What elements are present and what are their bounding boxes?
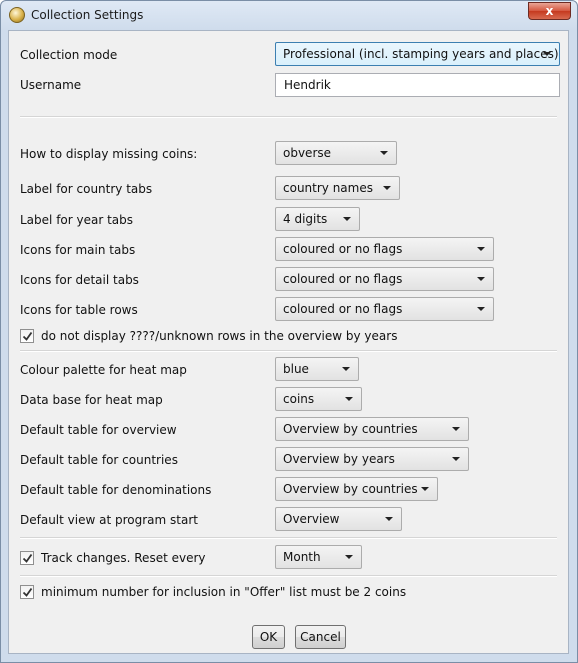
chevron-down-icon [343,217,351,221]
table-countries-value: Overview by years [283,452,395,466]
country-tabs-select[interactable]: country names [275,176,400,200]
separator [20,350,557,352]
chevron-down-icon [452,457,460,461]
icons-rows-label: Icons for table rows [20,303,138,317]
default-view-value: Overview [283,512,340,526]
unknown-rows-label: do not display ????/unknown rows in the … [41,329,398,343]
default-view-label: Default view at program start [20,513,198,527]
icons-main-label: Icons for main tabs [20,243,136,257]
chevron-down-icon [477,277,485,281]
collection-mode-value: Professional (incl. stamping years and p… [283,47,559,61]
missing-coins-label: How to display missing coins: [20,147,198,161]
table-overview-value: Overview by countries [283,422,418,436]
checkmark-icon [22,331,33,341]
icons-rows-value: coloured or no flags [283,302,403,316]
chevron-down-icon [477,307,485,311]
table-overview-select[interactable]: Overview by countries [275,417,469,441]
username-label: Username [20,78,82,92]
coin-app-icon [9,7,25,23]
chevron-down-icon [342,367,350,371]
year-tabs-label: Label for year tabs [20,213,134,227]
palette-value: blue [283,362,309,376]
unknown-rows-checkbox-row[interactable]: do not display ????/unknown rows in the … [20,329,520,345]
icons-rows-select[interactable]: coloured or no flags [275,297,494,321]
separator [20,537,557,539]
chevron-down-icon [452,427,460,431]
icons-detail-value: coloured or no flags [283,272,403,286]
reset-interval-select[interactable]: Month [275,545,362,569]
chevron-down-icon [385,517,393,521]
table-countries-label: Default table for countries [20,453,178,467]
database-value: coins [283,392,315,406]
table-denominations-label: Default table for denominations [20,483,212,497]
chevron-down-icon [543,52,551,56]
close-button[interactable]: x [528,2,571,20]
database-label: Data base for heat map [20,393,163,407]
default-view-select[interactable]: Overview [275,507,402,531]
table-denominations-select[interactable]: Overview by countries [275,477,438,501]
chevron-down-icon [345,555,353,559]
chevron-down-icon [380,151,388,155]
palette-label: Colour palette for heat map [20,363,187,377]
title-bar: Collection Settings x [1,1,577,29]
country-tabs-label: Label for country tabs [20,182,153,196]
separator [20,116,557,118]
dialog-content: Collection mode Professional (incl. stam… [8,30,569,654]
icons-main-value: coloured or no flags [283,242,403,256]
track-changes-checkbox[interactable] [20,551,34,565]
year-tabs-value: 4 digits [283,212,328,226]
table-countries-select[interactable]: Overview by years [275,447,469,471]
username-field[interactable]: Hendrik [275,73,560,97]
country-tabs-value: country names [283,181,373,195]
checkmark-icon [22,587,33,597]
separator [20,575,557,577]
palette-select[interactable]: blue [275,357,359,381]
offer-label: minimum number for inclusion in "Offer" … [41,585,407,599]
offer-checkbox[interactable] [20,585,34,599]
reset-interval-value: Month [283,550,321,564]
collection-settings-window: Collection Settings x Collection mode Pr… [0,0,578,663]
icons-main-select[interactable]: coloured or no flags [275,237,494,261]
database-select[interactable]: coins [275,387,362,411]
window-title: Collection Settings [31,8,144,22]
table-overview-label: Default table for overview [20,423,177,437]
chevron-down-icon [383,186,391,190]
cancel-button[interactable]: Cancel [295,625,346,649]
chevron-down-icon [345,397,353,401]
collection-mode-label: Collection mode [20,48,118,62]
chevron-down-icon [421,487,429,491]
offer-checkbox-row[interactable]: minimum number for inclusion in "Offer" … [20,585,520,601]
missing-coins-value: obverse [283,146,332,160]
unknown-rows-checkbox[interactable] [20,329,34,343]
year-tabs-select[interactable]: 4 digits [275,207,360,231]
icons-detail-label: Icons for detail tabs [20,273,139,287]
icons-detail-select[interactable]: coloured or no flags [275,267,494,291]
chevron-down-icon [477,247,485,251]
ok-button[interactable]: OK [252,625,285,649]
collection-mode-select[interactable]: Professional (incl. stamping years and p… [275,42,560,66]
missing-coins-select[interactable]: obverse [275,141,397,165]
track-changes-checkbox-row[interactable]: Track changes. Reset every [20,551,260,567]
table-denominations-value: Overview by countries [283,482,418,496]
checkmark-icon [22,553,33,563]
track-changes-label: Track changes. Reset every [41,551,206,565]
